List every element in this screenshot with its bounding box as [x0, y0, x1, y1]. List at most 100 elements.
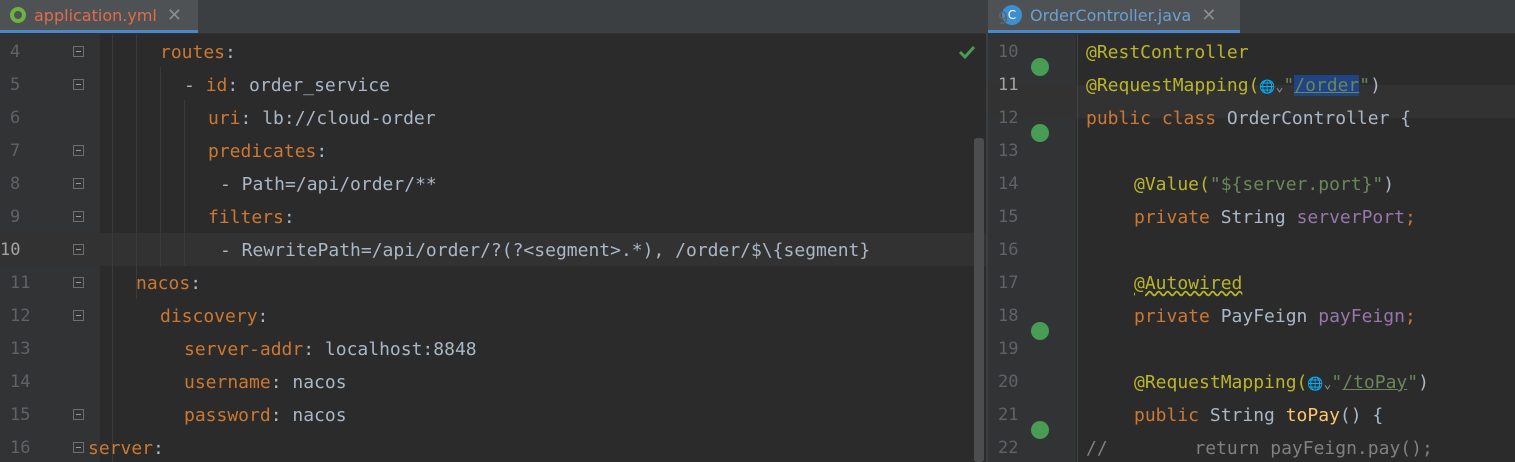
code-text: predicates:: [208, 135, 327, 168]
fold-marker-icon[interactable]: [73, 277, 84, 289]
yaml-editor-pane[interactable]: application.yml ✕ 4 routes: 5 - id: order_s…: [0, 0, 986, 462]
code-line[interactable]: 15 password: nacos: [0, 399, 986, 432]
code-line[interactable]: 4 routes:: [0, 36, 986, 69]
code-line[interactable]: 20 @RequestMapping(🌐⌄"/toPay"): [988, 366, 1515, 399]
line-number: 17: [998, 273, 1019, 293]
yaml-colon: :: [257, 306, 269, 327]
code-line[interactable]: 11 @RequestMapping(🌐⌄"/order"): [988, 69, 1515, 102]
spring-bean-icon[interactable]: [1031, 58, 1049, 76]
code-text: filters:: [208, 201, 295, 234]
code-text: @Autowired: [1134, 267, 1242, 300]
yaml-value: order_service: [238, 75, 390, 96]
fold-marker-icon[interactable]: [73, 79, 84, 91]
string-quote: ": [1331, 372, 1343, 393]
code-text: uri: lb://cloud-order: [208, 102, 436, 135]
web-endpoint-icon: 🌐⌄: [1259, 80, 1284, 95]
yaml-colon: :: [153, 438, 164, 459]
code-line[interactable]: 9 filters:: [0, 201, 986, 234]
code-line[interactable]: 10 - RewritePath=/api/order/?(?<segment>.…: [0, 234, 986, 267]
line-number: 11: [998, 75, 1019, 95]
annotation: @Value(: [1134, 174, 1210, 195]
vertical-scrollbar[interactable]: [974, 138, 984, 462]
code-line[interactable]: 15 private String serverPort;: [988, 201, 1515, 234]
yaml-key: password: [184, 405, 271, 426]
line-number: 22: [998, 438, 1019, 458]
fold-marker-icon[interactable]: [73, 46, 84, 58]
yaml-colon: :: [227, 75, 239, 96]
code-line[interactable]: 6 uri: lb://cloud-order: [0, 102, 986, 135]
spring-leaf-icon: [10, 7, 26, 23]
code-line[interactable]: 17 @Autowired: [988, 267, 1515, 300]
code-line[interactable]: 12 public class OrderController {: [988, 102, 1515, 135]
code-line[interactable]: 13 server-addr: localhost:8848: [0, 333, 986, 366]
yaml-value: - Path=/api/order/**: [220, 174, 437, 195]
paren: ): [1383, 174, 1395, 195]
type-name: String: [1220, 207, 1297, 228]
code-line[interactable]: 9: [988, 3, 1515, 36]
method-name: toPay: [1285, 405, 1340, 426]
yaml-colon: :: [270, 405, 282, 426]
code-line[interactable]: 19: [988, 333, 1515, 366]
line-number: 14: [998, 174, 1019, 194]
string-literal: "${server.port}": [1209, 174, 1384, 195]
fold-marker-icon[interactable]: [73, 442, 84, 454]
line-number: 15: [10, 405, 31, 425]
spring-mapping-icon[interactable]: [1031, 124, 1049, 142]
code-line[interactable]: 22 // return payFeign.pay();: [988, 432, 1515, 462]
yaml-colon: :: [270, 372, 282, 393]
line-number: 4: [10, 42, 21, 62]
code-line[interactable]: 16 server:: [0, 432, 986, 462]
code-line[interactable]: 12 discovery:: [0, 300, 986, 333]
keyword: private: [1134, 207, 1221, 228]
code-text: - Path=/api/order/**: [220, 168, 437, 201]
fold-marker-icon[interactable]: [73, 178, 84, 190]
code-line[interactable]: 10 @RestController: [988, 36, 1515, 69]
close-icon[interactable]: ✕: [167, 5, 182, 26]
line-number: 10: [998, 42, 1019, 62]
yaml-colon: :: [283, 207, 295, 228]
code-line[interactable]: 21 public String toPay() {: [988, 399, 1515, 432]
yaml-colon: :: [240, 108, 252, 129]
string-quote: ": [1359, 75, 1371, 96]
fold-marker-icon[interactable]: [73, 244, 84, 256]
yaml-colon: :: [316, 141, 328, 162]
yaml-key: predicates: [208, 141, 317, 162]
line-number: 6: [10, 108, 21, 128]
code-line[interactable]: 8 - Path=/api/order/**: [0, 168, 986, 201]
code-line[interactable]: 7 predicates:: [0, 135, 986, 168]
yaml-value: localhost:8848: [314, 339, 477, 360]
autowired-navigate-icon[interactable]: [1031, 322, 1049, 340]
yaml-key: server: [88, 438, 154, 459]
code-text: - RewritePath=/api/order/?(?<segment>.*)…: [220, 234, 870, 267]
fold-marker-icon[interactable]: [73, 211, 84, 223]
type-name: PayFeign: [1220, 306, 1319, 327]
line-number: 18: [998, 306, 1019, 326]
yaml-colon: :: [303, 339, 315, 360]
code-text: username: nacos: [184, 366, 347, 399]
web-endpoint-icon: 🌐⌄: [1307, 377, 1332, 392]
java-editor-pane[interactable]: C OrderController.java ✕ 9 10 @RestControl…: [988, 0, 1515, 462]
yaml-value: - RewritePath=/api/order/?(?<segment>.*)…: [220, 240, 871, 261]
tab-application-yml[interactable]: application.yml ✕: [0, 0, 198, 33]
code-line[interactable]: 11 nacos:: [0, 267, 986, 300]
code-line[interactable]: 13: [988, 135, 1515, 168]
request-mapping-web-icon[interactable]: [1031, 421, 1049, 439]
yaml-key: filters: [208, 207, 284, 228]
inspection-ok-icon: [958, 45, 976, 60]
line-number: 7: [10, 141, 21, 161]
yaml-key: id: [205, 75, 228, 96]
code-line[interactable]: 18 private PayFeign payFeign;: [988, 300, 1515, 333]
fold-marker-icon[interactable]: [73, 409, 84, 421]
line-number: 9: [10, 207, 21, 227]
comment-marker: //: [1086, 438, 1108, 459]
class-name: OrderController {: [1226, 108, 1412, 129]
code-text: private String serverPort;: [1134, 201, 1416, 234]
code-line[interactable]: 14 @Value("${server.port}"): [988, 168, 1515, 201]
code-line[interactable]: 5 - id: order_service: [0, 69, 986, 102]
fold-marker-icon[interactable]: [73, 310, 84, 322]
fold-marker-icon[interactable]: [73, 145, 84, 157]
code-line[interactable]: 16: [988, 234, 1515, 267]
code-text: discovery:: [160, 300, 268, 333]
code-text: public String toPay() {: [1134, 399, 1383, 432]
code-line[interactable]: 14 username: nacos: [0, 366, 986, 399]
